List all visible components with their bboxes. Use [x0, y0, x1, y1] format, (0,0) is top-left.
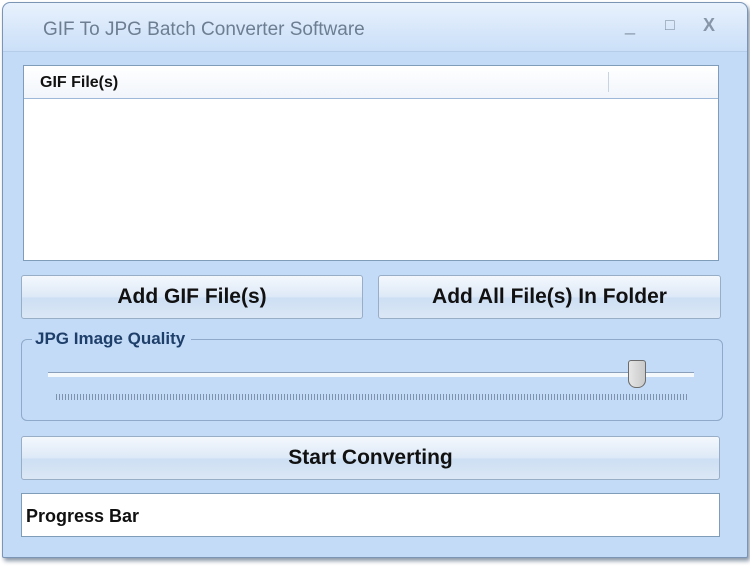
quality-slider-track[interactable] [48, 372, 694, 377]
column-separator[interactable] [608, 72, 609, 92]
progress-label: Progress Bar [26, 506, 140, 526]
add-folder-button[interactable]: Add All File(s) In Folder [378, 275, 721, 319]
minimize-icon[interactable]: _ [625, 15, 635, 36]
maximize-icon[interactable]: □ [665, 17, 675, 35]
slider-ticks [56, 394, 688, 400]
app-window: GIF To JPG Batch Converter Software _ □ … [2, 2, 748, 558]
start-converting-button[interactable]: Start Converting [21, 436, 720, 480]
gif-file-list[interactable]: GIF File(s) [23, 65, 719, 261]
list-header: GIF File(s) [24, 66, 718, 99]
column-header-gif-files[interactable]: GIF File(s) [40, 74, 118, 92]
progress-bar: Progress Bar [21, 493, 720, 537]
title-bar: GIF To JPG Batch Converter Software _ □ … [3, 3, 747, 52]
jpg-quality-label: JPG Image Quality [32, 329, 192, 349]
quality-slider-thumb[interactable] [627, 360, 646, 388]
jpg-quality-group: JPG Image Quality [21, 329, 723, 421]
add-gif-files-button[interactable]: Add GIF File(s) [21, 275, 363, 319]
close-icon[interactable]: X [703, 15, 715, 36]
window-title: GIF To JPG Batch Converter Software [43, 19, 365, 40]
